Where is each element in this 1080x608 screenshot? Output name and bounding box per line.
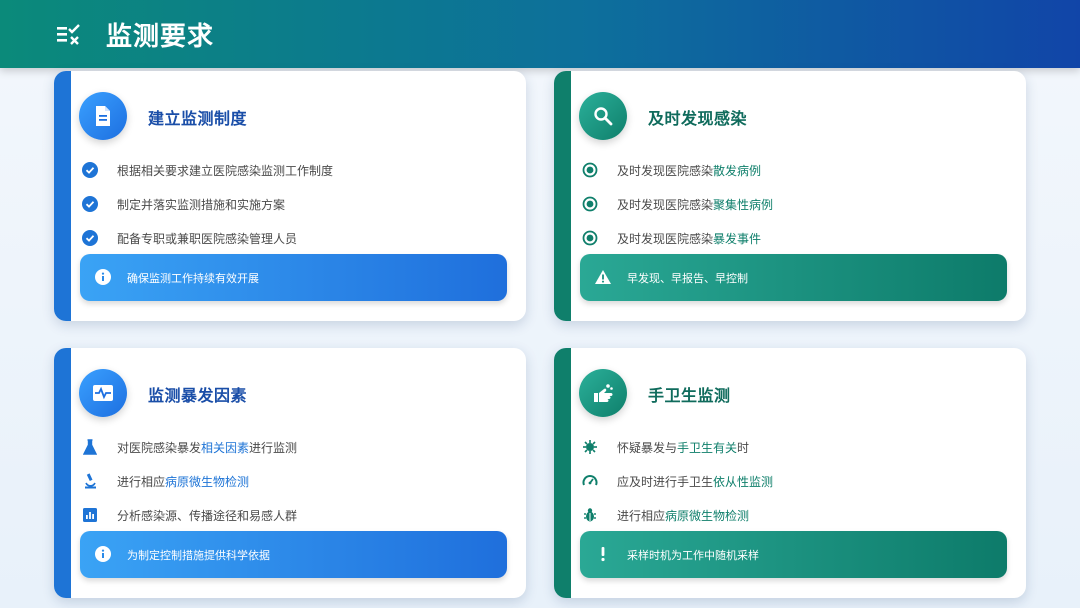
check-circle-icon xyxy=(80,194,100,214)
virus-icon xyxy=(580,437,600,457)
card-title: 监测暴发因素 xyxy=(148,386,248,405)
card-establish-monitoring: 建立监测制度 根据相关要求建立医院感染监测工作制度 制定并落实监测措施和实施方案… xyxy=(54,71,526,321)
banner-text: 早发现、早报告、早控制 xyxy=(627,271,748,285)
item-text: 对医院感染暴发相关因素进行监测 xyxy=(117,440,298,455)
heartbeat-monitor-icon xyxy=(79,369,127,417)
list-item: 怀疑暴发与手卫生有关时 xyxy=(580,430,749,464)
card-accent-bar xyxy=(554,348,571,598)
radio-dot-icon xyxy=(580,194,600,214)
check-circle-icon xyxy=(80,228,100,248)
document-icon xyxy=(79,92,127,140)
info-icon xyxy=(94,268,112,286)
list-item: 应及时进行手卫生依从性监测 xyxy=(580,464,773,498)
card-title: 手卫生监测 xyxy=(648,386,731,405)
item-text: 应及时进行手卫生依从性监测 xyxy=(617,474,774,489)
checklist-icon xyxy=(57,24,80,45)
item-text: 分析感染源、传播途径和易感人群 xyxy=(117,508,298,523)
card-banner: 早发现、早报告、早控制 xyxy=(580,254,1007,301)
list-item: 进行相应病原微生物检测 xyxy=(580,498,749,532)
card-accent-bar xyxy=(54,71,71,321)
item-text: 及时发现医院感染聚集性病例 xyxy=(617,197,774,212)
list-item: 及时发现医院感染散发病例 xyxy=(580,153,761,187)
check-circle-icon xyxy=(80,160,100,180)
info-icon xyxy=(94,545,112,563)
item-text: 怀疑暴发与手卫生有关时 xyxy=(617,440,750,455)
hand-wash-icon xyxy=(579,369,627,417)
card-title: 及时发现感染 xyxy=(648,109,748,128)
radio-dot-icon xyxy=(580,160,600,180)
radio-dot-icon xyxy=(580,228,600,248)
page-title: 监测要求 xyxy=(106,22,215,52)
search-icon xyxy=(579,92,627,140)
item-text: 制定并落实监测措施和实施方案 xyxy=(117,197,286,212)
card-title: 建立监测制度 xyxy=(148,109,248,128)
microscope-icon xyxy=(80,471,100,491)
card-banner: 确保监测工作持续有效开展 xyxy=(80,254,507,301)
gauge-icon xyxy=(580,471,600,491)
list-item: 根据相关要求建立医院感染监测工作制度 xyxy=(80,153,333,187)
card-hand-hygiene: 手卫生监测 怀疑暴发与手卫生有关时 应及时进行手卫生依从性监测 进行相应病原微生… xyxy=(554,348,1026,598)
banner-text: 为制定控制措施提供科学依据 xyxy=(127,548,270,562)
list-item: 制定并落实监测措施和实施方案 xyxy=(80,187,285,221)
item-text: 配备专职或兼职医院感染管理人员 xyxy=(117,231,298,246)
card-accent-bar xyxy=(554,71,571,321)
bug-icon xyxy=(580,505,600,525)
item-text: 及时发现医院感染散发病例 xyxy=(617,163,762,178)
item-text: 根据相关要求建立医院感染监测工作制度 xyxy=(117,163,334,178)
list-item: 对医院感染暴发相关因素进行监测 xyxy=(80,430,297,464)
item-text: 进行相应病原微生物检测 xyxy=(617,508,750,523)
card-accent-bar xyxy=(54,348,71,598)
card-detect-infection: 及时发现感染 及时发现医院感染散发病例 及时发现医院感染聚集性病例 及时发现医院… xyxy=(554,71,1026,321)
banner-text: 确保监测工作持续有效开展 xyxy=(127,271,259,285)
bar-chart-icon xyxy=(80,505,100,525)
page-header: 监测要求 xyxy=(0,0,1080,68)
item-text: 进行相应病原微生物检测 xyxy=(117,474,250,489)
card-outbreak-factors: 监测暴发因素 对医院感染暴发相关因素进行监测 进行相应病原微生物检测 分析感染源… xyxy=(54,348,526,598)
item-text: 及时发现医院感染暴发事件 xyxy=(617,231,762,246)
list-item: 进行相应病原微生物检测 xyxy=(80,464,249,498)
exclamation-icon xyxy=(594,545,612,563)
banner-text: 采样时机为工作中随机采样 xyxy=(627,548,759,562)
list-item: 及时发现医院感染聚集性病例 xyxy=(580,187,773,221)
list-item: 配备专职或兼职医院感染管理人员 xyxy=(80,221,297,255)
list-item: 分析感染源、传播途径和易感人群 xyxy=(80,498,297,532)
flask-icon xyxy=(80,437,100,457)
card-banner: 为制定控制措施提供科学依据 xyxy=(80,531,507,578)
card-banner: 采样时机为工作中随机采样 xyxy=(580,531,1007,578)
warning-icon xyxy=(594,268,612,286)
list-item: 及时发现医院感染暴发事件 xyxy=(580,221,761,255)
